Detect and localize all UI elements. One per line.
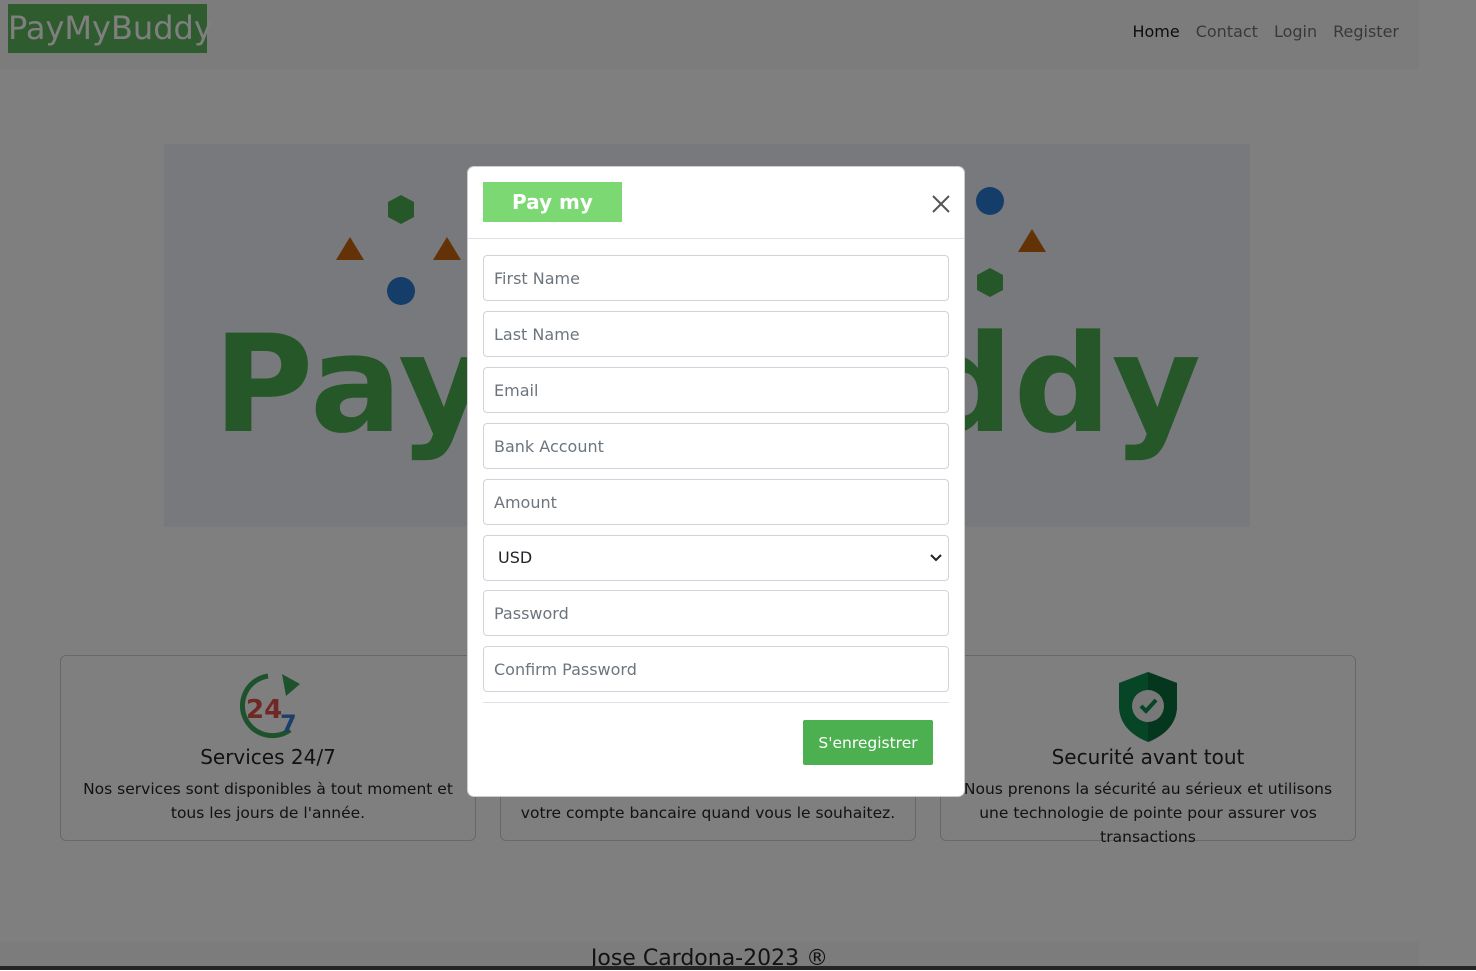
email-field[interactable] — [483, 367, 949, 413]
password-field[interactable] — [483, 590, 949, 636]
register-modal: Pay my buddy USD S'enregistrer — [467, 166, 965, 797]
currency-selected-value: USD — [498, 548, 533, 567]
currency-select[interactable]: USD — [483, 535, 949, 581]
modal-header-divider — [468, 238, 964, 239]
first-name-field[interactable] — [483, 255, 949, 301]
modal-footer-divider — [483, 702, 949, 703]
last-name-field[interactable] — [483, 311, 949, 357]
register-button[interactable]: S'enregistrer — [803, 720, 933, 765]
amount-field[interactable] — [483, 479, 949, 525]
modal-title: Pay my buddy — [483, 182, 622, 254]
close-icon[interactable] — [931, 194, 951, 214]
confirm-password-field[interactable] — [483, 646, 949, 692]
chevron-down-icon — [930, 554, 942, 562]
bank-account-field[interactable] — [483, 423, 949, 469]
